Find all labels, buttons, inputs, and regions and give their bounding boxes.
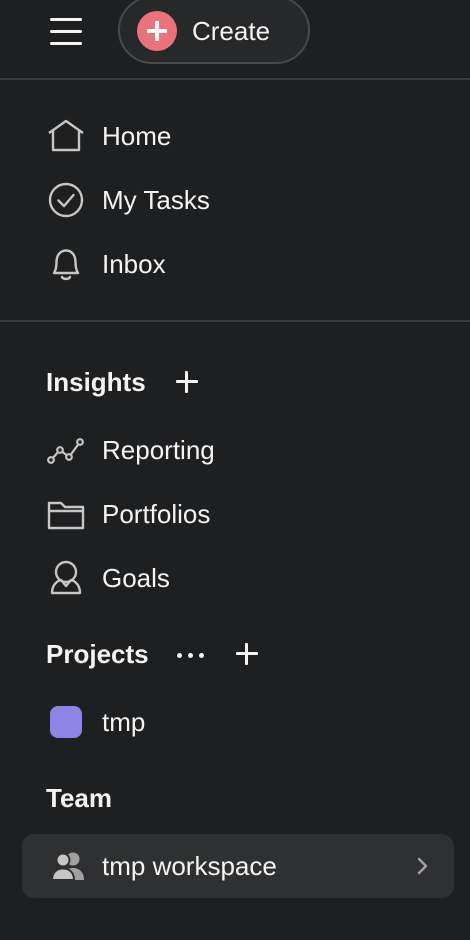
section-divider	[0, 320, 470, 322]
add-insight-plus-icon[interactable]	[175, 370, 199, 394]
folder-icon	[46, 494, 86, 534]
nav-item-label: Inbox	[102, 249, 166, 279]
nav-item-label: Portfolios	[102, 499, 211, 529]
plus-circle-icon	[137, 11, 177, 51]
team-item-tmp-workspace[interactable]: tmp workspace	[22, 834, 454, 898]
reporting-line-icon	[46, 430, 86, 470]
chevron-right-icon	[414, 854, 430, 878]
more-dots-icon[interactable]	[176, 650, 206, 660]
add-project-plus-icon[interactable]	[235, 642, 259, 666]
check-circle-icon	[46, 180, 86, 220]
nav-item-my-tasks[interactable]: My Tasks	[0, 172, 470, 228]
nav-item-label: Reporting	[102, 435, 215, 465]
nav-item-label: Goals	[102, 563, 170, 593]
nav-item-label: My Tasks	[102, 185, 210, 215]
sidebar-topbar: Create	[0, 0, 470, 80]
sidebar: Create Home My Tasks Inbox Insights Repo…	[0, 0, 470, 940]
team-item-label: tmp workspace	[102, 851, 277, 881]
nav-item-home[interactable]: Home	[0, 108, 470, 164]
nav-item-portfolios[interactable]: Portfolios	[0, 486, 470, 542]
project-color-swatch	[50, 706, 82, 738]
projects-heading: Projects	[46, 639, 149, 669]
nav-item-goals[interactable]: Goals	[0, 550, 470, 606]
team-heading: Team	[46, 783, 112, 813]
hamburger-menu-icon[interactable]	[48, 14, 84, 48]
nav-item-label: Home	[102, 121, 172, 151]
project-item-label: tmp	[102, 707, 146, 737]
home-icon	[46, 116, 86, 156]
create-button[interactable]: Create	[118, 0, 310, 64]
nav-item-reporting[interactable]: Reporting	[0, 422, 470, 478]
team-people-icon	[48, 846, 88, 886]
nav-item-inbox[interactable]: Inbox	[0, 236, 470, 292]
insights-heading: Insights	[46, 367, 146, 397]
goal-person-icon	[46, 558, 86, 598]
project-item-tmp[interactable]: tmp	[0, 694, 470, 750]
create-button-label: Create	[192, 16, 271, 46]
bell-icon	[46, 244, 86, 284]
